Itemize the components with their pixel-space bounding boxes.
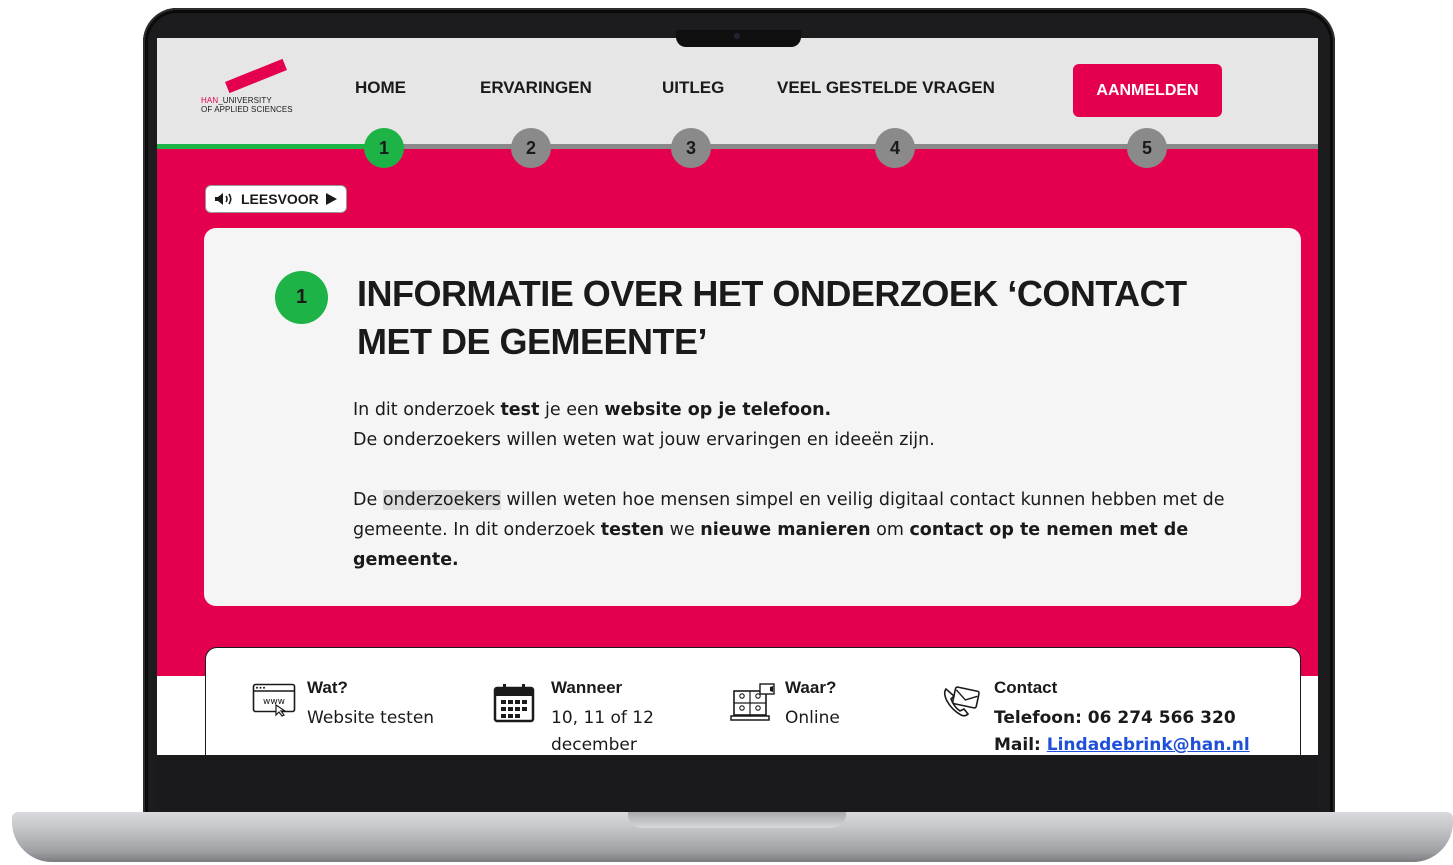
svg-text:www: www (263, 697, 285, 707)
section-body: In dit onderzoek test je een website op … (353, 395, 1253, 575)
read-aloud-label: LEESVOOR (241, 191, 319, 207)
contact-phone[interactable]: Telefoon: 06 274 566 320 (994, 705, 1250, 732)
read-aloud-button[interactable]: LEESVOOR (205, 185, 347, 213)
progress-track-done (157, 144, 387, 149)
contact-mail: Mail: Lindadebrink@han.nl (994, 735, 1250, 755)
contact-details: Telefoon: 06 274 566 320 Mail: Lindadebr… (994, 705, 1250, 755)
paragraph-1: In dit onderzoek test je een website op … (353, 400, 832, 420)
mail-link[interactable]: Lindadebrink@han.nl (1047, 735, 1250, 755)
phone-mail-icon (943, 686, 980, 717)
section-title: INFORMATIE OVER HET ONDERZOEK ‘CONTACT M… (357, 273, 1187, 362)
where-label: Waar? (785, 678, 837, 697)
www-icon: www (252, 683, 296, 717)
step-5[interactable]: 5 (1127, 128, 1167, 168)
aanmelden-button[interactable]: AANMELDEN (1073, 64, 1222, 117)
calendar-icon (493, 684, 535, 723)
camera-icon (734, 33, 740, 39)
details-card: www Wat? Website testen Wanneer 10, 11 o… (205, 647, 1301, 755)
video-call-icon (730, 683, 775, 721)
play-icon (325, 193, 337, 205)
paragraph-2: De onderzoekers willen weten wat jouw er… (353, 430, 935, 450)
when-text: 10, 11 of 12 december (551, 708, 654, 755)
paragraph-3: De onderzoekers willen weten hoe mensen … (353, 490, 1225, 570)
camera-notch (676, 30, 801, 47)
step-2[interactable]: 2 (511, 128, 551, 168)
step-1[interactable]: 1 (364, 128, 404, 168)
contact-label: Contact (994, 678, 1058, 697)
info-section-card: 1 INFORMATIE OVER HET ONDERZOEK ‘CONTACT… (204, 228, 1301, 606)
section-step-badge: 1 (275, 271, 328, 324)
highlighted-word: onderzoekers (382, 490, 501, 510)
speaker-icon (215, 193, 232, 205)
what-text: Website testen (307, 708, 435, 728)
nav-home[interactable]: HOME (355, 78, 406, 98)
logo-mark (225, 58, 287, 94)
step-3[interactable]: 3 (671, 128, 711, 168)
step-4[interactable]: 4 (875, 128, 915, 168)
nav-uitleg[interactable]: UITLEG (662, 78, 724, 98)
nav-ervaringen[interactable]: ERVARINGEN (480, 78, 592, 98)
what-label: Wat? (307, 678, 348, 697)
nav-veel-gestelde-vragen[interactable]: VEEL GESTELDE VRAGEN (777, 78, 995, 98)
logo-text: HAN_UNIVERSITY OF APPLIED SCIENCES (201, 96, 293, 114)
screen: HAN_UNIVERSITY OF APPLIED SCIENCES HOME … (157, 38, 1318, 755)
when-label: Wanneer (551, 678, 623, 697)
laptop-groove (628, 812, 846, 828)
laptop-chin (157, 755, 1318, 813)
where-text: Online (785, 708, 840, 728)
han-logo[interactable]: HAN_UNIVERSITY OF APPLIED SCIENCES (197, 58, 307, 128)
